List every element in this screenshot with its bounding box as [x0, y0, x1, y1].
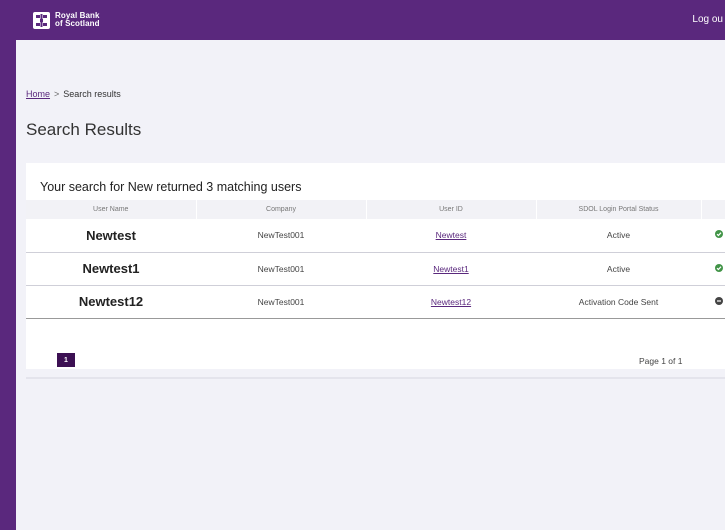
- rbs-logo[interactable]: Royal Bank of Scotland: [33, 11, 100, 29]
- user-id-cell: Newtest: [366, 219, 536, 253]
- user-id-link[interactable]: Newtest: [436, 230, 467, 240]
- results-table: User Name Company User ID SDOL Login Por…: [26, 200, 725, 319]
- column-header-status[interactable]: SDOL Login Portal Status: [536, 200, 702, 219]
- company-cell: NewTest001: [196, 219, 366, 253]
- top-header: Royal Bank of Scotland Log ou: [0, 0, 725, 40]
- breadcrumb-current: Search results: [63, 89, 121, 99]
- status-icon-cell: [701, 252, 725, 286]
- user-name-cell: Newtest1: [26, 252, 196, 286]
- results-card: Your search for New returned 3 matching …: [26, 163, 725, 369]
- breadcrumb: Home > Search results: [26, 89, 121, 99]
- breadcrumb-home-link[interactable]: Home: [26, 89, 50, 99]
- company-cell: NewTest001: [196, 252, 366, 286]
- column-header-company[interactable]: Company: [196, 200, 367, 219]
- minus-circle-icon: [714, 296, 723, 305]
- logo-text: Royal Bank of Scotland: [55, 12, 100, 28]
- table-header-row: User Name Company User ID SDOL Login Por…: [26, 200, 725, 219]
- user-name-cell: Newtest: [26, 219, 196, 253]
- user-id-link[interactable]: Newtest1: [433, 264, 468, 274]
- table-row[interactable]: Newtest NewTest001 Newtest Active: [26, 219, 725, 253]
- logo-line2: of Scotland: [55, 19, 100, 28]
- user-id-cell: Newtest12: [366, 285, 536, 319]
- table-row[interactable]: Newtest1 NewTest001 Newtest1 Active: [26, 252, 725, 286]
- column-header-user-id[interactable]: User ID: [366, 200, 537, 219]
- status-cell: Active: [536, 219, 701, 253]
- status-cell: Active: [536, 252, 701, 286]
- check-circle-icon: [714, 230, 723, 239]
- pagination-page-button[interactable]: 1: [57, 353, 75, 367]
- column-header-user-name[interactable]: User Name: [26, 200, 197, 219]
- status-icon-cell: [701, 219, 725, 253]
- company-cell: NewTest001: [196, 285, 366, 319]
- logout-link[interactable]: Log ou: [692, 14, 723, 25]
- user-name-cell: Newtest12: [26, 285, 196, 319]
- user-id-link[interactable]: Newtest12: [431, 297, 471, 307]
- rbs-daisy-icon: [33, 11, 50, 29]
- user-id-cell: Newtest1: [366, 252, 536, 286]
- results-summary: Your search for New returned 3 matching …: [40, 180, 302, 194]
- page-count-text: Page 1 of 1: [639, 356, 683, 366]
- table-row[interactable]: Newtest12 NewTest001 Newtest12 Activatio…: [26, 285, 725, 319]
- page-title: Search Results: [26, 120, 142, 139]
- page-content: Home > Search results Search Results Your …: [16, 40, 725, 530]
- status-icon-cell: [701, 285, 725, 319]
- check-circle-icon: [714, 263, 723, 272]
- card-divider: [26, 377, 725, 379]
- column-header-status-icon: [701, 200, 725, 219]
- status-cell: Activation Code Sent: [536, 285, 701, 319]
- breadcrumb-separator: >: [54, 89, 60, 99]
